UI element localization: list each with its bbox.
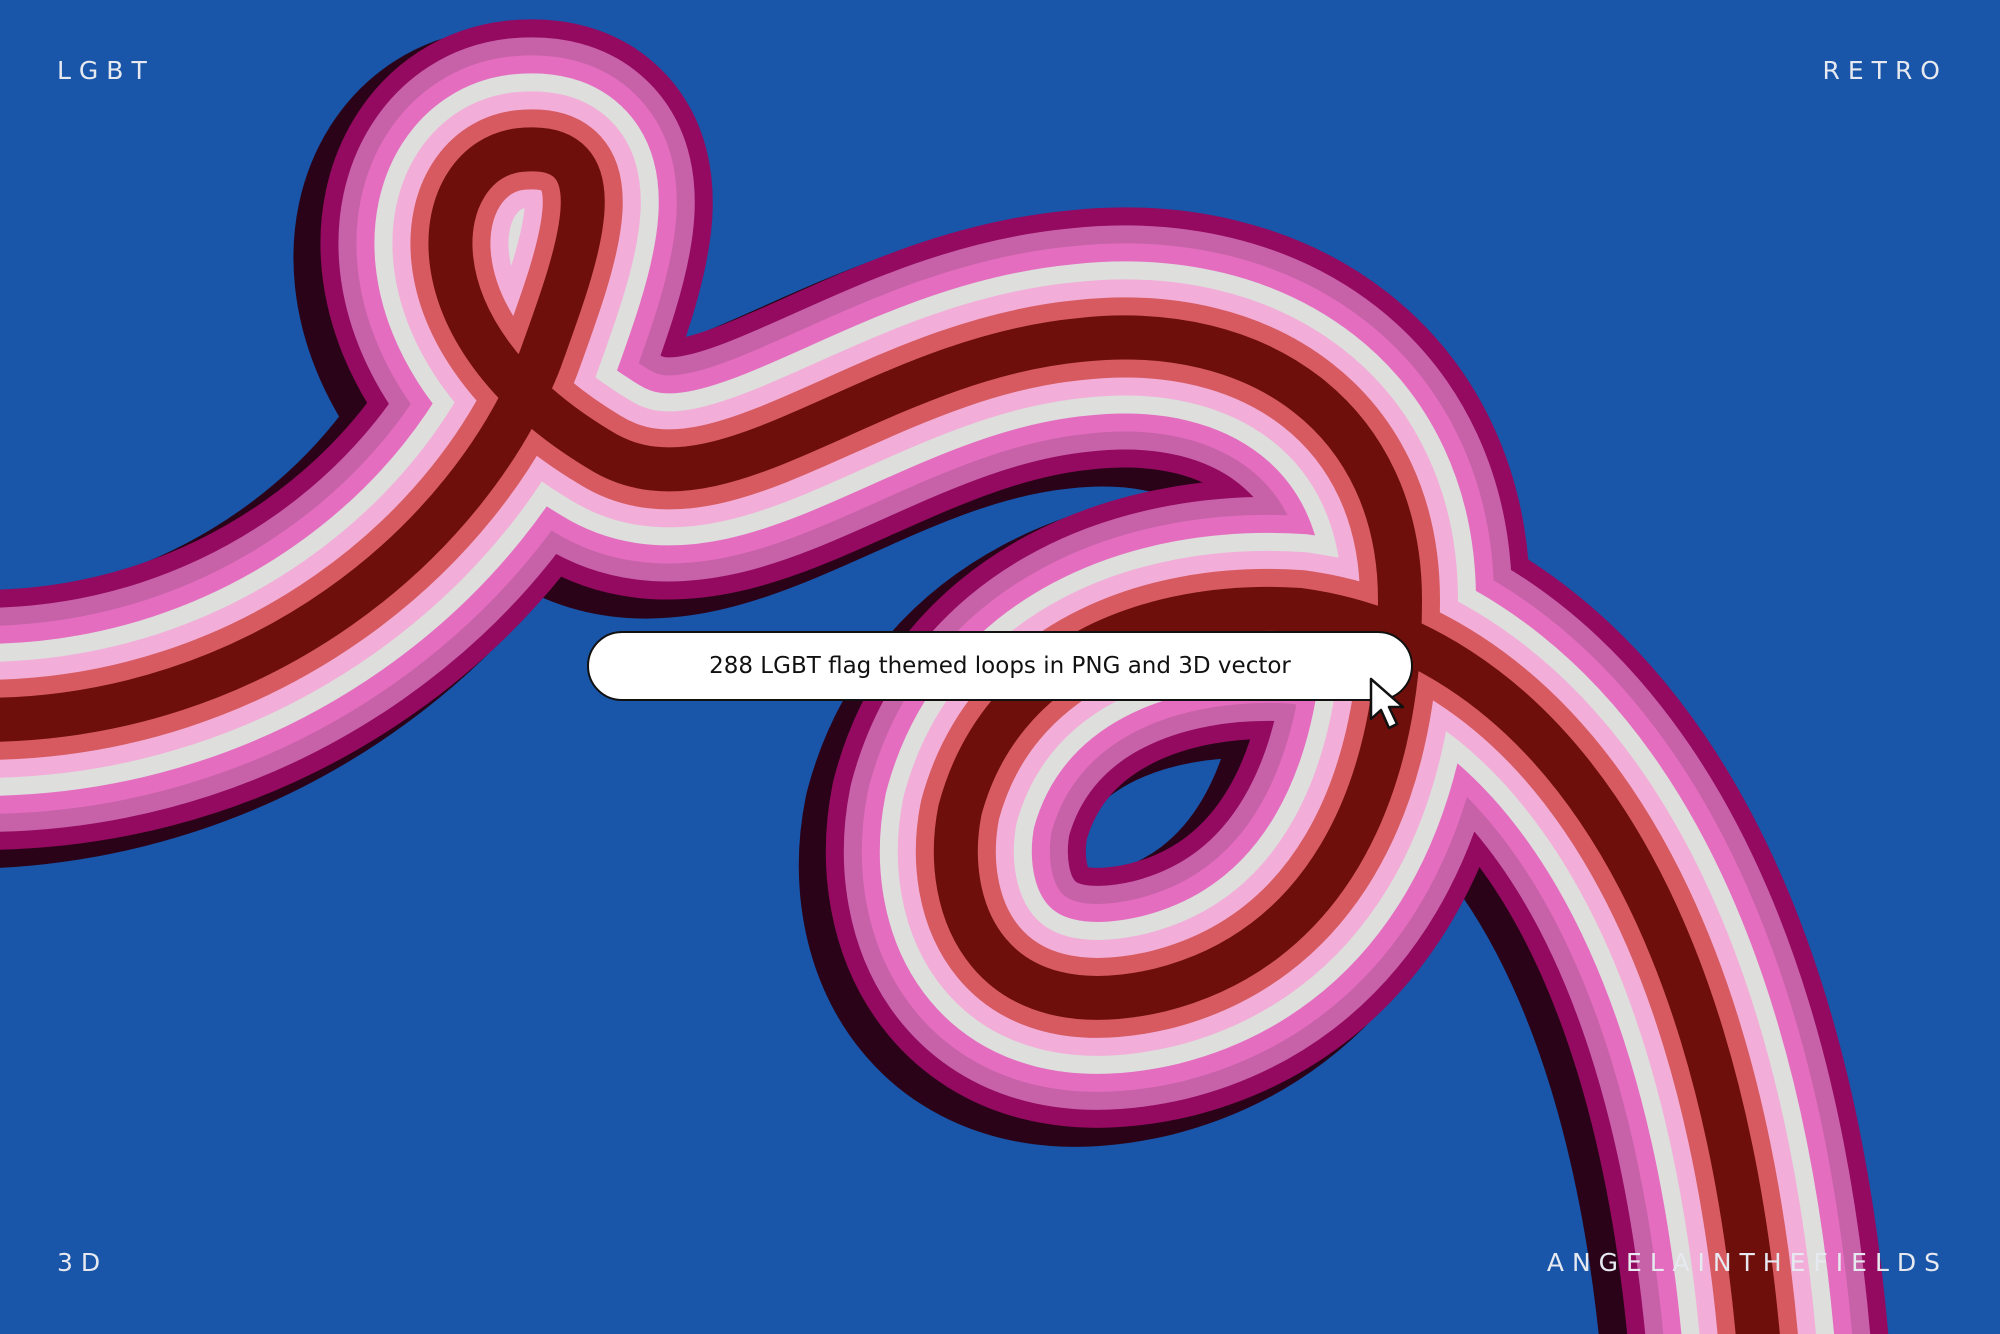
corner-label-retro: RETRO (1822, 56, 1948, 85)
search-pill-text: 288 LGBT flag themed loops in PNG and 3D… (709, 653, 1291, 679)
corner-label-brand: ANGELAINTHEFIELDS (1546, 1248, 1948, 1277)
artwork-canvas: LGBT RETRO 3D ANGELAINTHEFIELDS 288 LGBT… (0, 0, 2000, 1334)
mouse-pointer-arrow-icon (1369, 677, 1405, 730)
corner-label-3d: 3D (57, 1248, 109, 1277)
search-pill[interactable]: 288 LGBT flag themed loops in PNG and 3D… (587, 631, 1413, 701)
corner-label-lgbt: LGBT (57, 56, 155, 85)
